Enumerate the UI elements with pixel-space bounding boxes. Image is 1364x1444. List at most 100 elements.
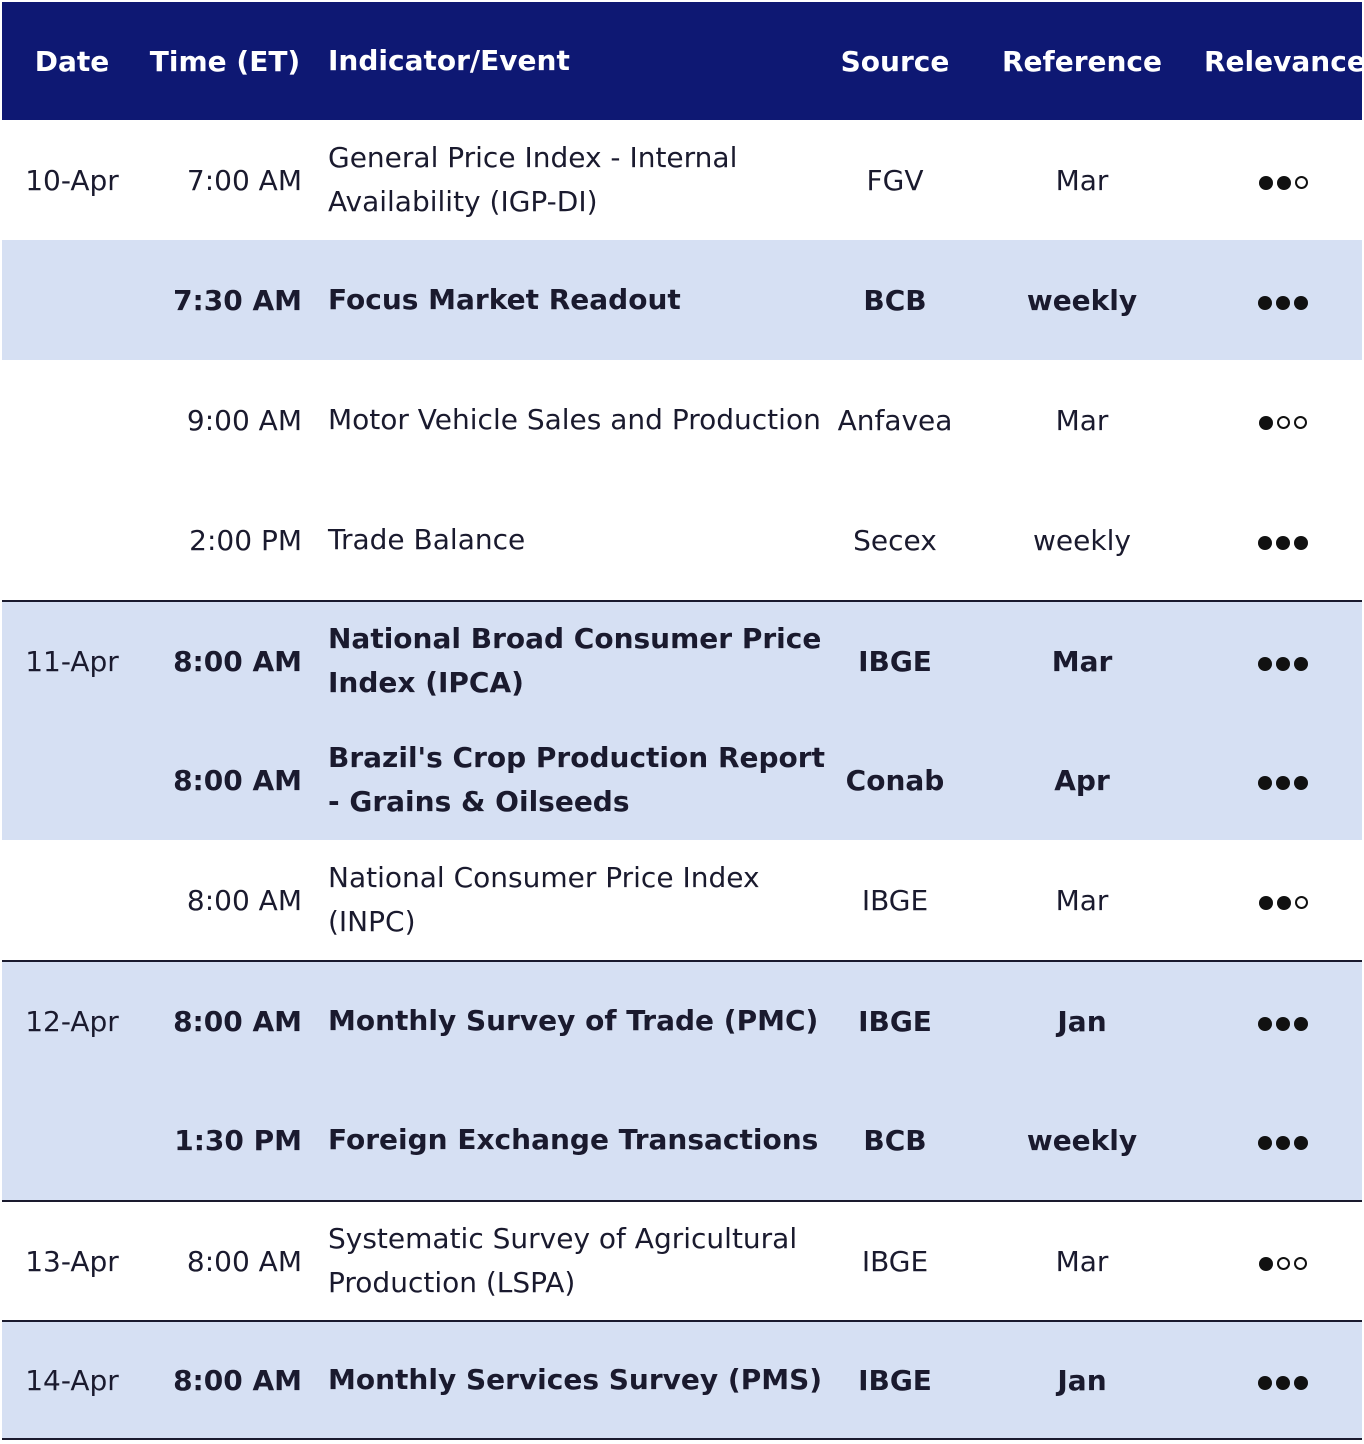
table-row: 14-Apr 8:00 AM Monthly Services Survey (… (2, 1320, 1362, 1440)
row-source: BCB (863, 1123, 927, 1157)
row-time: 8:00 AM (173, 644, 302, 678)
empty-dot-icon (1294, 416, 1307, 429)
relevance-rating (1204, 884, 1362, 917)
row-date: 14-Apr (25, 1363, 119, 1397)
row-source: BCB (863, 283, 927, 317)
row-time: 7:00 AM (186, 163, 302, 197)
filled-dot-icon (1258, 895, 1273, 910)
table-header: Date Time (ET) Indicator/Event Source Re… (2, 2, 1364, 120)
row-time: 1:30 PM (174, 1123, 302, 1157)
row-source: Anfavea (837, 403, 953, 437)
row-indicator: Systematic Survey of Agricultural Produc… (328, 1222, 798, 1299)
relevance-rating (1204, 524, 1362, 557)
filled-dot-icon (1258, 775, 1272, 790)
row-source: FGV (866, 163, 924, 197)
row-source: Secex (853, 523, 937, 557)
row-time: 2:00 PM (189, 523, 302, 557)
table-row: 9:00 AM Motor Vehicle Sales and Producti… (2, 360, 1362, 480)
filled-dot-icon (1276, 1016, 1290, 1031)
filled-dot-icon (1258, 1375, 1272, 1390)
row-indicator: Brazil's Crop Production Report - Grains… (328, 741, 825, 818)
row-time: 8:00 AM (173, 1004, 302, 1038)
row-time: 8:00 AM (173, 763, 302, 797)
filled-dot-icon (1276, 295, 1290, 310)
filled-dot-icon (1276, 1135, 1290, 1150)
row-reference: Jan (1057, 1363, 1107, 1397)
row-source: Conab (845, 763, 945, 797)
table-row: 12-Apr 8:00 AM Monthly Survey of Trade (… (2, 960, 1362, 1080)
row-reference: Mar (1055, 403, 1109, 437)
row-source: IBGE (858, 1363, 932, 1397)
row-source: IBGE (861, 883, 929, 917)
filled-dot-icon (1259, 415, 1273, 430)
header-source: Source (840, 44, 950, 78)
filled-dot-icon (1258, 295, 1272, 310)
row-indicator: National Consumer Price Index (INPC) (328, 861, 760, 938)
relevance-rating (1204, 645, 1362, 678)
header-relevance: Relevance (1204, 44, 1364, 78)
filled-dot-icon (1294, 1135, 1308, 1150)
filled-dot-icon (1294, 775, 1308, 790)
row-source: IBGE (858, 1004, 932, 1038)
row-reference: Mar (1055, 163, 1109, 197)
table-row: 13-Apr 8:00 AM Systematic Survey of Agri… (2, 1200, 1362, 1320)
row-date: 13-Apr (25, 1244, 119, 1278)
row-time: 8:00 AM (186, 1244, 302, 1278)
filled-dot-icon (1258, 1135, 1272, 1150)
row-reference: Apr (1054, 763, 1110, 797)
row-source: IBGE (858, 644, 932, 678)
header-reference: Reference (1001, 44, 1163, 78)
row-time: 7:30 AM (173, 283, 302, 317)
row-date: 11-Apr (25, 644, 119, 678)
table-row: 10-Apr 7:00 AM General Price Index - Int… (2, 120, 1362, 240)
row-reference: weekly (1026, 283, 1138, 317)
filled-dot-icon (1294, 1016, 1308, 1031)
filled-dot-icon (1276, 895, 1291, 910)
filled-dot-icon (1294, 535, 1308, 550)
relevance-rating (1204, 1245, 1362, 1278)
header-date: Date (34, 44, 110, 78)
economic-calendar-table: Date Time (ET) Indicator/Event Source Re… (2, 2, 1364, 1440)
row-source: IBGE (861, 1244, 929, 1278)
table-row: 8:00 AM National Consumer Price Index (I… (2, 840, 1362, 960)
row-indicator: General Price Index - Internal Availabil… (328, 141, 738, 218)
filled-dot-icon (1276, 175, 1291, 190)
header-indicator: Indicator/Event (328, 44, 570, 77)
relevance-rating (1204, 764, 1362, 797)
filled-dot-icon (1258, 175, 1273, 190)
row-time: 8:00 AM (186, 883, 302, 917)
filled-dot-icon (1294, 656, 1308, 671)
empty-dot-icon (1294, 896, 1308, 909)
empty-dot-icon (1294, 1257, 1307, 1270)
empty-dot-icon (1294, 176, 1308, 189)
row-time: 9:00 AM (186, 403, 302, 437)
filled-dot-icon (1258, 1016, 1272, 1031)
filled-dot-icon (1259, 1256, 1273, 1271)
filled-dot-icon (1294, 1375, 1308, 1390)
empty-dot-icon (1277, 416, 1290, 429)
filled-dot-icon (1276, 775, 1290, 790)
filled-dot-icon (1276, 1375, 1290, 1390)
row-indicator: Motor Vehicle Sales and Production (328, 403, 821, 436)
table-row: 1:30 PM Foreign Exchange Transactions BC… (2, 1080, 1362, 1200)
header-time: Time (ET) (149, 44, 301, 78)
filled-dot-icon (1294, 295, 1308, 310)
relevance-rating (1204, 164, 1362, 197)
row-reference: Mar (1055, 883, 1109, 917)
empty-dot-icon (1277, 1257, 1290, 1270)
table-row: 7:30 AM Focus Market Readout BCB weekly (2, 240, 1362, 360)
row-time: 8:00 AM (173, 1363, 302, 1397)
row-indicator: Trade Balance (328, 523, 526, 556)
table-row: 8:00 AM Brazil's Crop Production Report … (2, 720, 1362, 840)
relevance-rating (1204, 284, 1362, 317)
filled-dot-icon (1276, 535, 1290, 550)
row-indicator: National Broad Consumer Price Index (IPC… (328, 622, 822, 699)
filled-dot-icon (1258, 535, 1272, 550)
relevance-rating (1204, 1124, 1362, 1157)
row-reference: Mar (1055, 1244, 1109, 1278)
row-indicator: Focus Market Readout (328, 283, 681, 316)
relevance-rating (1204, 1005, 1362, 1038)
row-reference: weekly (1033, 523, 1131, 557)
row-indicator: Monthly Survey of Trade (PMC) (328, 1004, 819, 1037)
row-reference: Mar (1051, 644, 1113, 678)
